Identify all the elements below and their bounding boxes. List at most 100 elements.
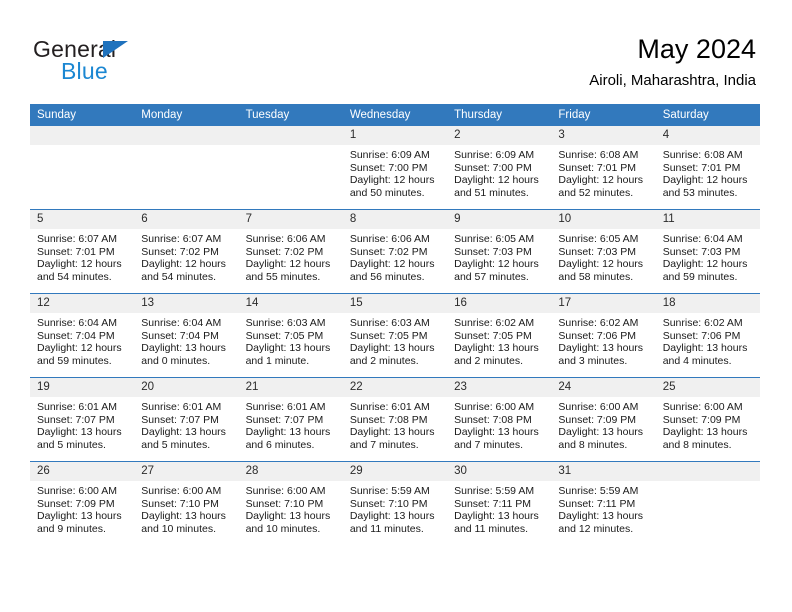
calendar-day-cell[interactable]: 26 Sunrise: 6:00 AM Sunset: 7:09 PM Dayligh… <box>30 461 135 545</box>
day-details: Sunrise: 6:02 AM Sunset: 7:06 PM Daylight:… <box>551 313 655 367</box>
weekday-header-monday: Monday <box>134 104 239 126</box>
sunset-text: Sunset: 7:01 PM <box>37 245 115 258</box>
day-number: 6 <box>134 210 239 229</box>
daylight-text-line2: and 3 minutes. <box>558 354 628 367</box>
sunrise-text: Sunrise: 6:00 AM <box>245 485 326 497</box>
sunset-text: Sunset: 7:10 PM <box>245 497 324 510</box>
title-block: May 2024 Airoli, Maharashtra, India <box>589 34 756 91</box>
daylight-text-line1: Daylight: 13 hours <box>349 510 435 523</box>
day-details: Sunrise: 6:09 AM Sunset: 7:00 PM Daylight:… <box>447 145 551 199</box>
daylight-text-line2: and 11 minutes. <box>454 522 529 535</box>
calendar-day-cell[interactable]: 21 Sunrise: 6:01 AM Sunset: 7:07 PM Dayligh… <box>238 377 343 462</box>
calendar-day-cell[interactable]: 4 Sunrise: 6:08 AM Sunset: 7:01 PM Daylight… <box>655 126 760 210</box>
daylight-text-line1: Daylight: 13 hours <box>141 342 226 355</box>
calendar-day-cell-empty <box>134 126 239 210</box>
sunrise-text: Sunrise: 6:09 AM <box>349 149 430 161</box>
calendar-day-cell[interactable]: 20 Sunrise: 6:01 AM Sunset: 7:07 PM Dayligh… <box>134 377 239 462</box>
calendar-day-cell[interactable]: 12 Sunrise: 6:04 AM Sunset: 7:04 PM Dayligh… <box>30 293 135 378</box>
sunset-text: Sunset: 7:00 PM <box>454 161 532 174</box>
sunrise-text: Sunrise: 6:05 AM <box>454 233 535 245</box>
calendar-day-cell[interactable]: 30 Sunrise: 5:59 AM Sunset: 7:11 PM Dayligh… <box>447 461 552 545</box>
sunset-text: Sunset: 7:03 PM <box>662 245 741 258</box>
calendar-day-cell[interactable]: 25 Sunrise: 6:00 AM Sunset: 7:09 PM Dayligh… <box>655 377 760 462</box>
calendar-day-cell[interactable]: 17 Sunrise: 6:02 AM Sunset: 7:06 PM Dayligh… <box>551 293 656 378</box>
sunset-text: Sunset: 7:09 PM <box>558 413 637 426</box>
day-number: 17 <box>551 294 656 313</box>
sunrise-text: Sunrise: 6:05 AM <box>558 233 639 245</box>
calendar-week-row: 5 Sunrise: 6:07 AM Sunset: 7:01 PM Daylight… <box>30 209 760 294</box>
daylight-text-line2: and 51 minutes. <box>454 186 529 199</box>
calendar-day-cell[interactable]: 22 Sunrise: 6:01 AM Sunset: 7:08 PM Dayligh… <box>342 377 448 462</box>
sunrise-text: Sunrise: 6:07 AM <box>37 233 117 245</box>
sunset-text: Sunset: 7:08 PM <box>454 413 532 426</box>
daylight-text-line1: Daylight: 12 hours <box>662 258 748 271</box>
daylight-text-line1: Daylight: 12 hours <box>37 342 122 355</box>
daylight-text-line2: and 8 minutes. <box>662 438 732 451</box>
sunset-text: Sunset: 7:06 PM <box>662 329 741 342</box>
calendar-day-cell[interactable]: 16 Sunrise: 6:02 AM Sunset: 7:05 PM Dayligh… <box>447 293 552 378</box>
daylight-text-line1: Daylight: 12 hours <box>349 258 435 271</box>
calendar-day-cell[interactable]: 29 Sunrise: 5:59 AM Sunset: 7:10 PM Dayligh… <box>342 461 448 545</box>
sunrise-text: Sunrise: 5:59 AM <box>558 485 639 497</box>
daylight-text-line1: Daylight: 13 hours <box>558 510 644 523</box>
page-title: May 2024 <box>637 34 756 64</box>
calendar-day-cell[interactable]: 6 Sunrise: 6:07 AM Sunset: 7:02 PM Daylight… <box>134 209 239 294</box>
calendar-day-cell[interactable]: 5 Sunrise: 6:07 AM Sunset: 7:01 PM Daylight… <box>30 209 135 294</box>
calendar-day-cell[interactable]: 7 Sunrise: 6:06 AM Sunset: 7:02 PM Daylight… <box>238 209 343 294</box>
daylight-text-line1: Daylight: 13 hours <box>37 510 122 523</box>
calendar-day-cell[interactable]: 15 Sunrise: 6:03 AM Sunset: 7:05 PM Dayligh… <box>342 293 448 378</box>
daylight-text-line1: Daylight: 13 hours <box>454 342 539 355</box>
daylight-text-line1: Daylight: 13 hours <box>558 426 644 439</box>
calendar-day-cell[interactable]: 13 Sunrise: 6:04 AM Sunset: 7:04 PM Dayligh… <box>134 293 239 378</box>
brand-logo[interactable]: General Blue <box>33 36 223 86</box>
day-details: Sunrise: 6:00 AM Sunset: 7:10 PM Daylight:… <box>134 481 238 535</box>
sunset-text: Sunset: 7:01 PM <box>558 161 637 174</box>
day-details: Sunrise: 6:00 AM Sunset: 7:09 PM Daylight:… <box>30 481 134 535</box>
daylight-text-line2: and 7 minutes. <box>454 438 524 451</box>
calendar-day-cell[interactable]: 14 Sunrise: 6:03 AM Sunset: 7:05 PM Dayligh… <box>238 293 343 378</box>
daylight-text-line1: Daylight: 13 hours <box>454 510 539 523</box>
calendar-day-cell[interactable]: 10 Sunrise: 6:05 AM Sunset: 7:03 PM Dayligh… <box>551 209 656 294</box>
calendar-day-cell[interactable]: 27 Sunrise: 6:00 AM Sunset: 7:10 PM Dayligh… <box>134 461 239 545</box>
day-details: Sunrise: 6:01 AM Sunset: 7:07 PM Daylight:… <box>134 397 238 451</box>
calendar-day-cell[interactable]: 23 Sunrise: 6:00 AM Sunset: 7:08 PM Dayligh… <box>447 377 552 462</box>
sunrise-text: Sunrise: 6:00 AM <box>454 401 535 413</box>
calendar-day-cell[interactable]: 8 Sunrise: 6:06 AM Sunset: 7:02 PM Daylight… <box>342 209 448 294</box>
daylight-text-line2: and 5 minutes. <box>141 438 211 451</box>
sunset-text: Sunset: 7:07 PM <box>245 413 324 426</box>
day-number <box>30 126 135 145</box>
day-number: 3 <box>551 126 656 145</box>
calendar-day-cell[interactable]: 18 Sunrise: 6:02 AM Sunset: 7:06 PM Dayligh… <box>655 293 760 378</box>
day-number: 30 <box>447 462 552 481</box>
daylight-text-line2: and 10 minutes. <box>245 522 321 535</box>
day-number: 15 <box>342 294 448 313</box>
day-details: Sunrise: 6:01 AM Sunset: 7:08 PM Daylight:… <box>343 397 447 451</box>
calendar-week-row: 12 Sunrise: 6:04 AM Sunset: 7:04 PM Dayligh… <box>30 293 760 378</box>
sunset-text: Sunset: 7:05 PM <box>349 329 428 342</box>
calendar-day-cell[interactable]: 2 Sunrise: 6:09 AM Sunset: 7:00 PM Daylight… <box>447 126 552 210</box>
calendar-day-cell[interactable]: 9 Sunrise: 6:05 AM Sunset: 7:03 PM Daylight… <box>447 209 552 294</box>
sunrise-text: Sunrise: 6:02 AM <box>558 317 639 329</box>
calendar-day-cell[interactable]: 1 Sunrise: 6:09 AM Sunset: 7:00 PM Daylight… <box>342 126 448 210</box>
day-number: 31 <box>551 462 656 481</box>
day-number: 4 <box>655 126 760 145</box>
daylight-text-line1: Daylight: 12 hours <box>558 258 644 271</box>
day-number <box>134 126 239 145</box>
calendar-day-cell[interactable]: 11 Sunrise: 6:04 AM Sunset: 7:03 PM Dayligh… <box>655 209 760 294</box>
daylight-text-line1: Daylight: 13 hours <box>141 426 226 439</box>
calendar-day-cell[interactable]: 3 Sunrise: 6:08 AM Sunset: 7:01 PM Daylight… <box>551 126 656 210</box>
sunset-text: Sunset: 7:04 PM <box>37 329 115 342</box>
calendar-day-cell[interactable]: 28 Sunrise: 6:00 AM Sunset: 7:10 PM Dayligh… <box>238 461 343 545</box>
day-details: Sunrise: 6:04 AM Sunset: 7:03 PM Daylight:… <box>656 229 760 283</box>
day-number: 13 <box>134 294 239 313</box>
sunrise-text: Sunrise: 6:00 AM <box>662 401 743 413</box>
daylight-text-line2: and 58 minutes. <box>558 270 634 283</box>
brand-name-blue: Blue <box>61 58 108 84</box>
calendar-week-row: 19 Sunrise: 6:01 AM Sunset: 7:07 PM Dayligh… <box>30 377 760 462</box>
calendar-day-cell[interactable]: 19 Sunrise: 6:01 AM Sunset: 7:07 PM Dayligh… <box>30 377 135 462</box>
day-number: 8 <box>342 210 448 229</box>
sunrise-text: Sunrise: 5:59 AM <box>454 485 535 497</box>
calendar-day-cell[interactable]: 24 Sunrise: 6:00 AM Sunset: 7:09 PM Dayligh… <box>551 377 656 462</box>
sunrise-text: Sunrise: 6:09 AM <box>454 149 535 161</box>
calendar-day-cell[interactable]: 31 Sunrise: 5:59 AM Sunset: 7:11 PM Dayligh… <box>551 461 656 545</box>
